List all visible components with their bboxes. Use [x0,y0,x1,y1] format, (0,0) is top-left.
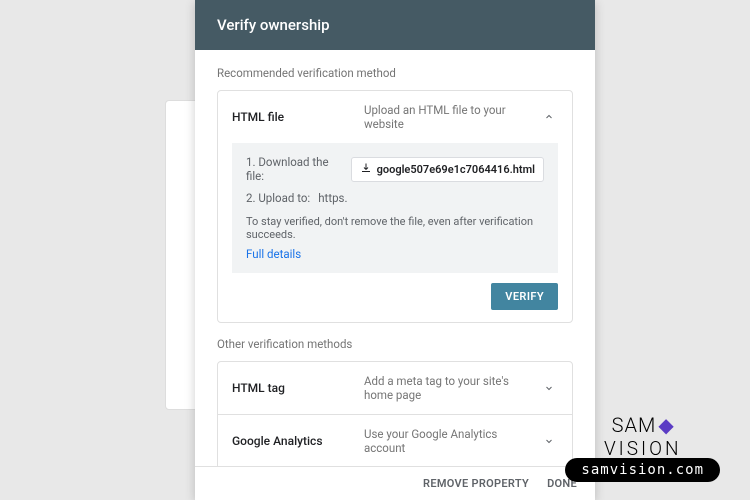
chevron-up-icon [540,108,558,126]
watermark-vision: VISION [565,437,720,460]
remove-property-button[interactable]: REMOVE PROPERTY [423,477,529,490]
step-1-label: 1. Download the file: [246,155,343,183]
google-analytics-method-row[interactable]: Google Analytics Use your Google Analyti… [218,414,572,466]
html-file-method-body: 1. Download the file: google507e69e1c706… [232,143,558,273]
verify-ownership-dialog: Verify ownership Recommended verificatio… [195,0,595,500]
step-1-row: 1. Download the file: google507e69e1c706… [246,155,544,183]
method-name: Google Analytics [232,434,364,448]
keep-file-note: To stay verified, don't remove the file,… [246,215,544,241]
other-methods-section-label: Other verification methods [217,337,573,351]
other-methods-card: HTML tag Add a meta tag to your site's h… [217,361,573,466]
full-details-link[interactable]: Full details [246,247,301,261]
step-2-label: 2. Upload to: [246,191,310,205]
dialog-title: Verify ownership [195,0,595,50]
method-name: HTML file [232,110,364,124]
method-name: HTML tag [232,381,364,395]
download-file-button[interactable]: google507e69e1c7064416.html [351,157,544,182]
watermark: SAM ◆ VISION samvision.com [565,413,720,482]
chevron-down-icon [540,432,558,450]
watermark-url: samvision.com [565,458,720,482]
dialog-body: Recommended verification method HTML fil… [195,50,595,466]
method-description: Upload an HTML file to your website [364,103,540,131]
verify-button[interactable]: VERIFY [491,283,558,310]
step-2-row: 2. Upload to: https. [246,191,544,205]
watermark-sam: SAM [612,413,657,437]
verify-row: VERIFY [218,283,572,322]
diamond-icon: ◆ [658,413,673,437]
method-description: Use your Google Analytics account [364,427,540,455]
recommended-section-label: Recommended verification method [217,66,573,80]
step-2-value: https. [318,191,347,205]
dialog-footer: REMOVE PROPERTY DONE [195,466,595,500]
download-filename: google507e69e1c7064416.html [377,163,535,176]
chevron-down-icon [540,379,558,397]
html-file-method-header[interactable]: HTML file Upload an HTML file to your we… [218,91,572,143]
html-tag-method-row[interactable]: HTML tag Add a meta tag to your site's h… [218,362,572,414]
download-icon [360,162,372,177]
method-description: Add a meta tag to your site's home page [364,374,540,402]
html-file-method-card: HTML file Upload an HTML file to your we… [217,90,573,323]
